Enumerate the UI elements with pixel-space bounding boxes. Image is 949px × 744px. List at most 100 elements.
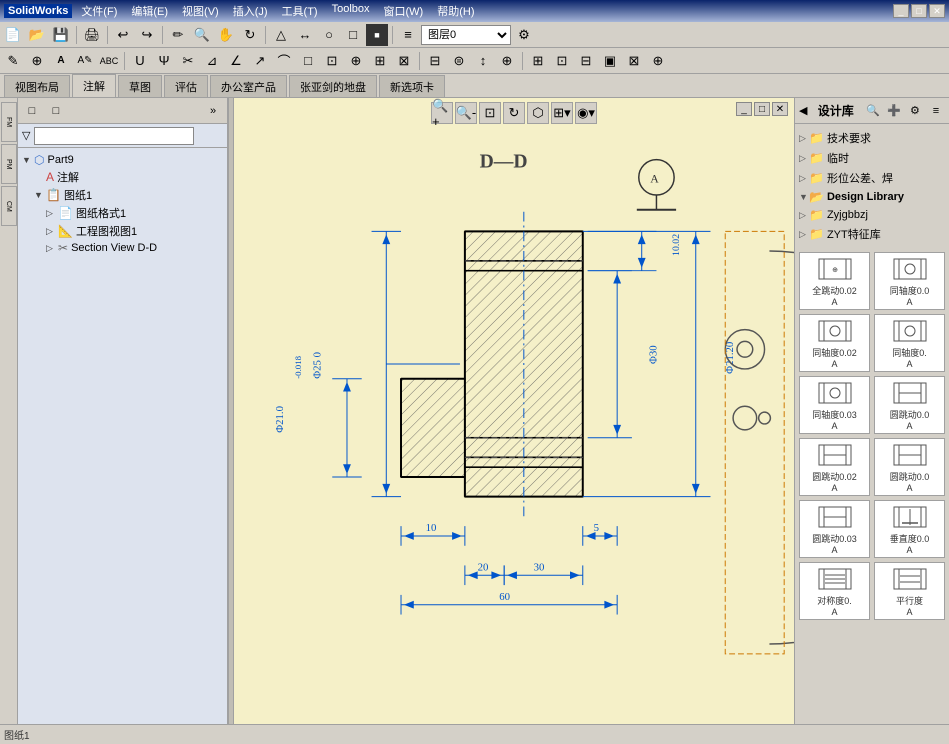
menu-toolbox[interactable]: Toolbox <box>329 2 373 20</box>
panel-btn1[interactable]: □ <box>22 101 42 121</box>
sym-pinxingdu-001[interactable]: 平行度A <box>874 562 945 620</box>
tree-item-sheetformat[interactable]: ▷ 📄 图纸格式1 <box>46 204 223 222</box>
tb2-btn4[interactable]: A✎ <box>74 50 96 72</box>
tb2-btn9[interactable]: ⊿ <box>201 50 223 72</box>
collapse-left-icon[interactable]: ◀ <box>799 104 807 117</box>
rect-btn[interactable]: □ <box>342 24 364 46</box>
tb2-btn13[interactable]: □ <box>297 50 319 72</box>
tb2-btn15[interactable]: ⊕ <box>345 50 367 72</box>
rotate-btn[interactable]: ↻ <box>239 24 261 46</box>
layer-props-btn[interactable]: ⚙ <box>513 24 535 46</box>
tb2-btn19[interactable]: ⊜ <box>448 50 470 72</box>
menu-insert[interactable]: 插入(J) <box>230 2 271 20</box>
tb2-btn24[interactable]: ⊟ <box>575 50 597 72</box>
rotate-view-btn[interactable]: ↻ <box>503 102 525 124</box>
property-manager-btn[interactable]: PM <box>1 144 17 184</box>
tb2-btn18[interactable]: ⊟ <box>424 50 446 72</box>
sym-yuantiaodong-003[interactable]: 圆跳动0.0A <box>874 438 945 496</box>
rp-settings-btn[interactable]: ⚙ <box>906 102 924 120</box>
rp-more-btn[interactable]: ≡ <box>927 102 945 120</box>
tree-item-sheet1[interactable]: ▼ 📋 图纸1 <box>34 186 223 204</box>
tb2-btn17[interactable]: ⊠ <box>393 50 415 72</box>
tree-item-annotation[interactable]: A 注解 <box>34 168 223 186</box>
minimize-btn[interactable]: _ <box>893 4 909 18</box>
menu-view[interactable]: 视图(V) <box>179 2 222 20</box>
tb2-btn26[interactable]: ⊠ <box>623 50 645 72</box>
open-btn[interactable]: 📂 <box>26 24 48 46</box>
tb2-btn22[interactable]: ⊞ <box>527 50 549 72</box>
menu-edit[interactable]: 编辑(E) <box>128 2 171 20</box>
tb2-btn25[interactable]: ▣ <box>599 50 621 72</box>
tb2-btn20[interactable]: ↕ <box>472 50 494 72</box>
rp-search-btn[interactable]: 🔍 <box>864 102 882 120</box>
sym-tongzhoudu-002[interactable]: 同轴度0.02A <box>799 314 870 372</box>
tb2-btn6[interactable]: U <box>129 50 151 72</box>
tb2-btn27[interactable]: ⊕ <box>647 50 669 72</box>
close-btn[interactable]: ✕ <box>929 4 945 18</box>
tab-annotation[interactable]: 注解 <box>72 74 116 97</box>
filter-input[interactable] <box>34 127 194 145</box>
dl-item-tecreq[interactable]: ▷ 📁 技术要求 <box>799 128 945 148</box>
tree-item-section[interactable]: ▷ ✂ Section View D-D <box>46 240 223 256</box>
menu-help[interactable]: 帮助(H) <box>434 2 477 20</box>
sym-yuantiaodong-004[interactable]: 圆跳动0.03A <box>799 500 870 558</box>
zoom-btn[interactable]: 🔍 <box>191 24 213 46</box>
tb2-btn10[interactable]: ∠ <box>225 50 247 72</box>
config-manager-btn[interactable]: CM <box>1 186 17 226</box>
undo-btn[interactable]: ↩ <box>112 24 134 46</box>
dl-item-designlib[interactable]: ▼ 📂 Design Library <box>799 188 945 206</box>
save-btn[interactable]: 💾 <box>50 24 72 46</box>
tb2-btn8[interactable]: ✂ <box>177 50 199 72</box>
tab-evaluate[interactable]: 评估 <box>164 75 208 97</box>
zoom-fit-btn[interactable]: ⊡ <box>479 102 501 124</box>
menu-file[interactable]: 文件(F) <box>78 2 120 20</box>
tab-user[interactable]: 张亚剑的地盘 <box>289 75 377 97</box>
sym-chuizhidu-001[interactable]: 垂直度0.0A <box>874 500 945 558</box>
tb2-btn7[interactable]: Ψ <box>153 50 175 72</box>
view-options-btn[interactable]: ⊞▾ <box>551 102 573 124</box>
view3d-btn[interactable]: ⬡ <box>527 102 549 124</box>
dl-item-zyjgbbzj[interactable]: ▷ 📁 Zyjgbbzj <box>799 206 945 224</box>
tree-item-drawingview[interactable]: ▷ 📐 工程图视图1 <box>46 222 223 240</box>
tab-view-layout[interactable]: 视图布局 <box>4 75 70 97</box>
tb2-btn14[interactable]: ⊡ <box>321 50 343 72</box>
print-btn[interactable]: 🖨 <box>81 24 103 46</box>
maximize-btn[interactable]: □ <box>911 4 927 18</box>
sym-yuantiaodong-001[interactable]: 圆跳动0.0A <box>874 376 945 434</box>
sym-duichendu-001[interactable]: 对称度0.A <box>799 562 870 620</box>
tab-office[interactable]: 办公室产品 <box>210 75 287 97</box>
redo-btn[interactable]: ↪ <box>136 24 158 46</box>
dim-btn[interactable]: ↔ <box>294 24 316 46</box>
tb2-btn1[interactable]: ✎ <box>2 50 24 72</box>
circle-btn[interactable]: ○ <box>318 24 340 46</box>
feature-manager-btn[interactable]: FM <box>1 102 17 142</box>
sym-tonzhoudu-001[interactable]: 同轴度0.0A <box>874 252 945 310</box>
new-btn[interactable]: 📄 <box>2 24 24 46</box>
zoom-out-btn[interactable]: 🔍- <box>455 102 477 124</box>
tb2-btn21[interactable]: ⊕ <box>496 50 518 72</box>
tb2-btn2[interactable]: ⊕ <box>26 50 48 72</box>
sym-yuantiaodong-002[interactable]: 圆跳动0.02A <box>799 438 870 496</box>
panel-btn2[interactable]: □ <box>46 101 66 121</box>
menu-window[interactable]: 窗口(W) <box>381 2 427 20</box>
dl-item-gdt[interactable]: ▷ 📁 形位公差、焊 <box>799 168 945 188</box>
sketch-btn[interactable]: △ <box>270 24 292 46</box>
sym-tongzhoudu-003[interactable]: 同轴度0.A <box>874 314 945 372</box>
rp-add-btn[interactable]: ➕ <box>885 102 903 120</box>
tb2-btn23[interactable]: ⊡ <box>551 50 573 72</box>
menu-tools[interactable]: 工具(T) <box>279 2 321 20</box>
panel-collapse[interactable]: » <box>203 101 223 121</box>
tb2-btn16[interactable]: ⊞ <box>369 50 391 72</box>
sym-quantiaodong-002[interactable]: ⊕ 全跳动0.02A <box>799 252 870 310</box>
tree-item-part9[interactable]: ▼ ⬡ Part9 <box>22 152 223 168</box>
zoom-in-btn[interactable]: 🔍+ <box>431 102 453 124</box>
fill-btn[interactable]: ■ <box>366 24 388 46</box>
pan-btn[interactable]: ✋ <box>215 24 237 46</box>
display-btn[interactable]: ◉▾ <box>575 102 597 124</box>
select-btn[interactable]: ✏ <box>167 24 189 46</box>
layer-select[interactable]: 图层0 <box>421 25 511 45</box>
tab-new[interactable]: 新选项卡 <box>379 75 445 97</box>
dl-item-zyt[interactable]: ▷ 📁 ZYT特征库 <box>799 224 945 244</box>
dl-item-temp[interactable]: ▷ 📁 临时 <box>799 148 945 168</box>
tb2-btn3[interactable]: A <box>50 50 72 72</box>
